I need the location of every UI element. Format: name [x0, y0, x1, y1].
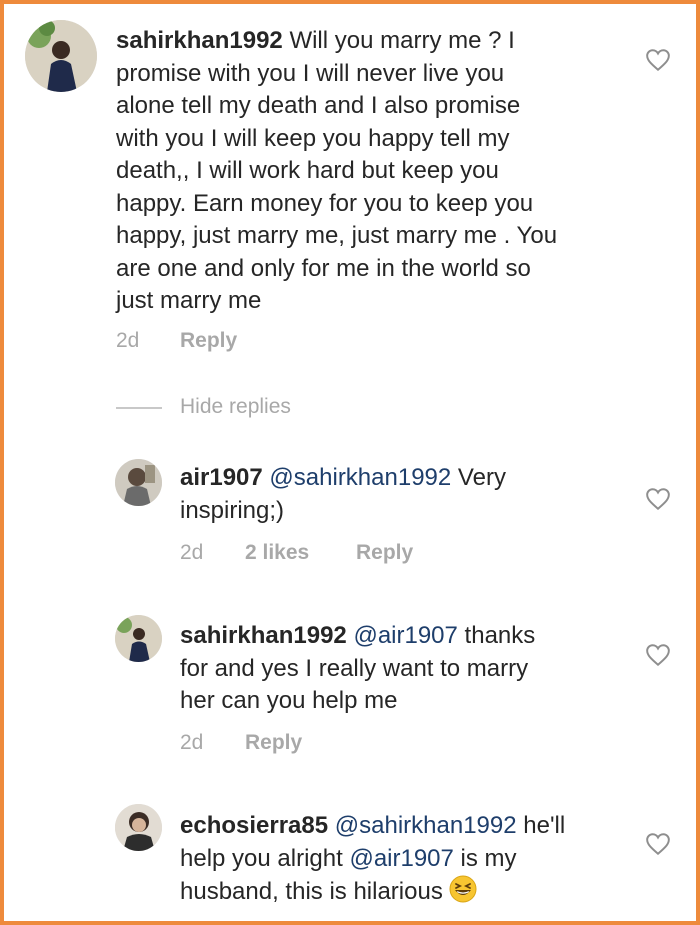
comment-line: happy. Earn money for you to keep you: [116, 189, 534, 217]
likes-count[interactable]: 2 likes: [245, 541, 309, 565]
reply-username[interactable]: air1907: [180, 464, 263, 491]
comment-username[interactable]: sahirkhan1992: [116, 27, 283, 54]
reply-text: sahirkhan1992 @air1907 thanks for and ye…: [180, 620, 640, 718]
avatar[interactable]: [115, 615, 162, 662]
mention-link[interactable]: @sahirkhan1992: [335, 812, 517, 839]
comment-line: just marry me: [116, 287, 262, 314]
comment-line: promise with you I will never live you: [116, 59, 505, 87]
reply-line: her can you help me: [180, 687, 398, 714]
divider: [116, 407, 162, 409]
reply-button[interactable]: Reply: [180, 329, 237, 353]
reply-username[interactable]: echosierra85: [180, 812, 328, 839]
reply-line: thanks: [457, 622, 536, 649]
timestamp: 2d: [180, 541, 204, 564]
mention-link[interactable]: @air1907: [353, 622, 457, 649]
reply-text: air1907 @sahirkhan1992 Very inspiring;): [180, 462, 640, 527]
comment-line: with you I will keep you happy tell my: [116, 124, 510, 152]
reply-button[interactable]: Reply: [356, 541, 413, 565]
comment-line: alone tell my death and I also promise: [116, 92, 521, 119]
hide-replies-button[interactable]: Hide replies: [180, 395, 291, 419]
timestamp: 2d: [116, 329, 140, 352]
avatar[interactable]: [25, 20, 97, 92]
comment-line: happy, just marry me, just marry me . Yo…: [116, 222, 558, 249]
reply-username[interactable]: sahirkhan1992: [180, 622, 347, 649]
reply-line: Very: [451, 464, 506, 491]
mention-link[interactable]: @sahirkhan1992: [269, 464, 451, 491]
reply-line: for and yes I really want to marry: [180, 654, 529, 682]
comment-meta: 2d Reply: [116, 329, 416, 355]
like-heart-icon[interactable]: [645, 643, 671, 667]
reply-line: he'll: [516, 812, 566, 839]
avatar[interactable]: [115, 804, 162, 851]
reply-meta: 2d Reply: [180, 731, 480, 757]
reply-line: inspiring;): [180, 496, 285, 524]
reply-text: echosierra85 @sahirkhan1992 he'll help y…: [180, 810, 640, 909]
reply-meta: 2d 2 likes Reply: [180, 541, 480, 567]
reply-line: husband, this is hilarious: [180, 878, 450, 905]
reply-button[interactable]: Reply: [245, 731, 302, 755]
grinning-squinting-face-icon: [449, 875, 477, 903]
reply-line: help you alright: [180, 844, 350, 872]
like-heart-icon[interactable]: [645, 832, 671, 856]
reply-line: is my: [453, 844, 517, 872]
comment-line: death,, I will work hard but keep you: [116, 157, 499, 184]
comment-text: sahirkhan1992 Will you marry me ? I prom…: [116, 25, 656, 318]
like-heart-icon[interactable]: [645, 487, 671, 511]
mention-link[interactable]: @air1907: [349, 845, 453, 872]
avatar[interactable]: [115, 459, 162, 506]
comment-line: Will you marry me ? I: [282, 27, 515, 54]
timestamp: 2d: [180, 731, 204, 754]
like-heart-icon[interactable]: [645, 48, 671, 72]
comment-line: are one and only for me in the world so: [116, 254, 531, 282]
